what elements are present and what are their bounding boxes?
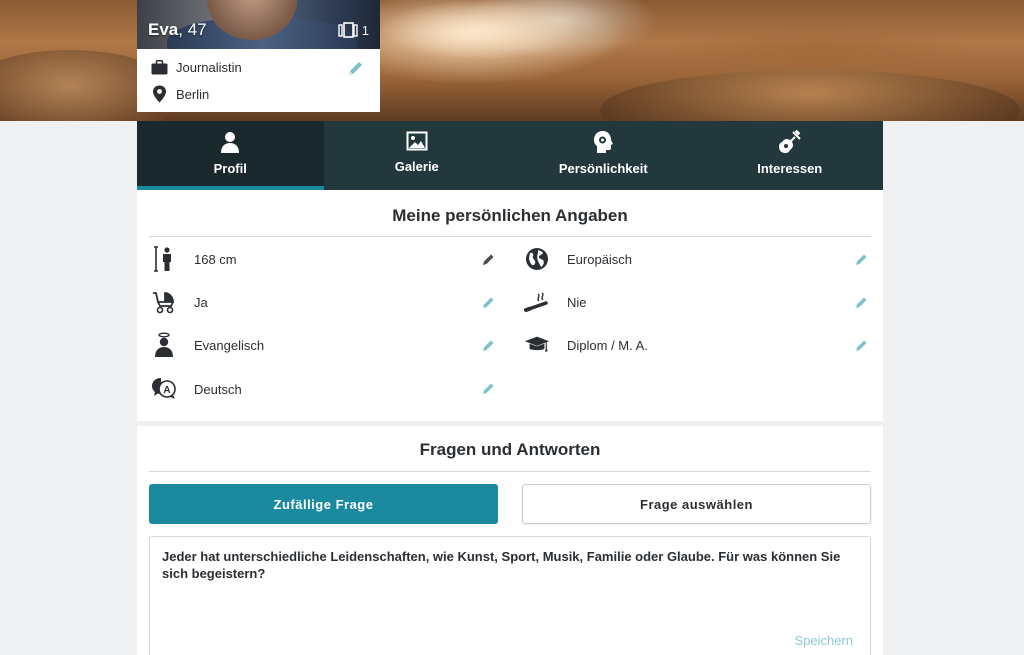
section-title: Meine persönlichen Angaben xyxy=(392,206,628,225)
religion-icon xyxy=(155,332,173,357)
profile-job-label: Journalistin xyxy=(176,60,242,75)
cigarette-icon xyxy=(524,292,548,312)
detail-religion-value: Evangelisch xyxy=(194,337,265,353)
personal-details-section: Meine persönlichen Angaben 168 cm Ja Eva… xyxy=(137,190,883,421)
picture-icon xyxy=(406,131,428,151)
profile-name: Eva, 47 xyxy=(148,20,207,39)
tab-profil-label: Profil xyxy=(213,161,247,176)
divider xyxy=(149,471,871,472)
graduation-cap-icon xyxy=(524,336,550,352)
detail-height: 168 cm xyxy=(151,246,237,272)
detail-language: A Deutsch xyxy=(151,376,242,402)
person-icon xyxy=(221,132,240,153)
globe-icon xyxy=(526,248,548,270)
edit-ethnicity-pencil-icon[interactable] xyxy=(855,253,868,266)
height-icon xyxy=(154,246,171,272)
profile-card: Eva, 47 1 Journalistin Berlin xyxy=(137,0,380,112)
profile-city: Berlin xyxy=(151,85,209,103)
edit-height-pencil-icon[interactable] xyxy=(482,253,495,266)
question-text: Jeder hat unterschiedliche Leidenschafte… xyxy=(162,549,841,581)
tab-interessen-label: Interessen xyxy=(757,161,823,176)
edit-children-pencil-icon[interactable] xyxy=(482,296,495,309)
profile-photo[interactable]: Eva, 47 1 xyxy=(137,0,380,49)
detail-ethnicity: Europäisch xyxy=(524,246,632,272)
tab-profil[interactable]: Profil xyxy=(137,121,324,190)
detail-education: Diplom / M. A. xyxy=(524,332,648,358)
head-gear-icon xyxy=(594,131,614,153)
tab-persoenlichkeit-label: Persönlichkeit xyxy=(558,161,648,176)
detail-smoking-value: Nie xyxy=(567,294,587,310)
tab-persoenlichkeit[interactable]: Persönlichkeit xyxy=(510,121,697,190)
random-question-button[interactable]: Zufällige Frage xyxy=(149,484,498,524)
detail-children: Ja xyxy=(151,289,208,315)
profile-job: Journalistin xyxy=(151,60,242,75)
photo-stack-icon xyxy=(338,22,358,38)
briefcase-icon xyxy=(151,60,168,75)
tab-galerie[interactable]: Galerie xyxy=(324,121,511,190)
detail-children-value: Ja xyxy=(194,294,208,310)
answer-box[interactable]: Jeder hat unterschiedliche Leidenschafte… xyxy=(149,536,871,655)
guitar-icon xyxy=(778,130,801,153)
svg-text:A: A xyxy=(163,385,170,396)
photo-count-value: 1 xyxy=(361,22,369,38)
divider xyxy=(149,236,871,237)
profile-city-label: Berlin xyxy=(176,86,210,102)
tab-galerie-label: Galerie xyxy=(394,159,439,174)
edit-language-pencil-icon[interactable] xyxy=(482,382,495,395)
edit-profile-pencil-icon[interactable] xyxy=(347,60,364,77)
tab-interessen[interactable]: Interessen xyxy=(697,121,884,190)
location-pin-icon xyxy=(153,85,166,103)
profile-age: , 47 xyxy=(178,20,207,39)
edit-smoking-pencil-icon[interactable] xyxy=(855,296,868,309)
language-icon: A xyxy=(152,378,176,399)
detail-language-value: Deutsch xyxy=(194,381,242,397)
detail-ethnicity-value: Europäisch xyxy=(567,251,633,267)
photo-count[interactable]: 1 xyxy=(338,22,369,38)
edit-education-pencil-icon[interactable] xyxy=(855,339,868,352)
choose-question-button[interactable]: Frage auswählen xyxy=(522,484,871,524)
edit-religion-pencil-icon[interactable] xyxy=(482,339,495,352)
save-button[interactable]: Speichern xyxy=(794,633,853,648)
detail-height-value: 168 cm xyxy=(194,251,237,267)
section-title: Fragen und Antworten xyxy=(419,440,601,459)
stroller-icon xyxy=(153,292,174,314)
questions-answers-section: Fragen und Antworten Zufällige Frage Fra… xyxy=(137,426,883,655)
detail-education-value: Diplom / M. A. xyxy=(567,337,648,353)
detail-religion: Evangelisch xyxy=(151,332,264,358)
profile-tabs: Profil Galerie Persönlichkeit Interessen xyxy=(137,121,883,190)
detail-smoking: Nie xyxy=(524,289,587,315)
